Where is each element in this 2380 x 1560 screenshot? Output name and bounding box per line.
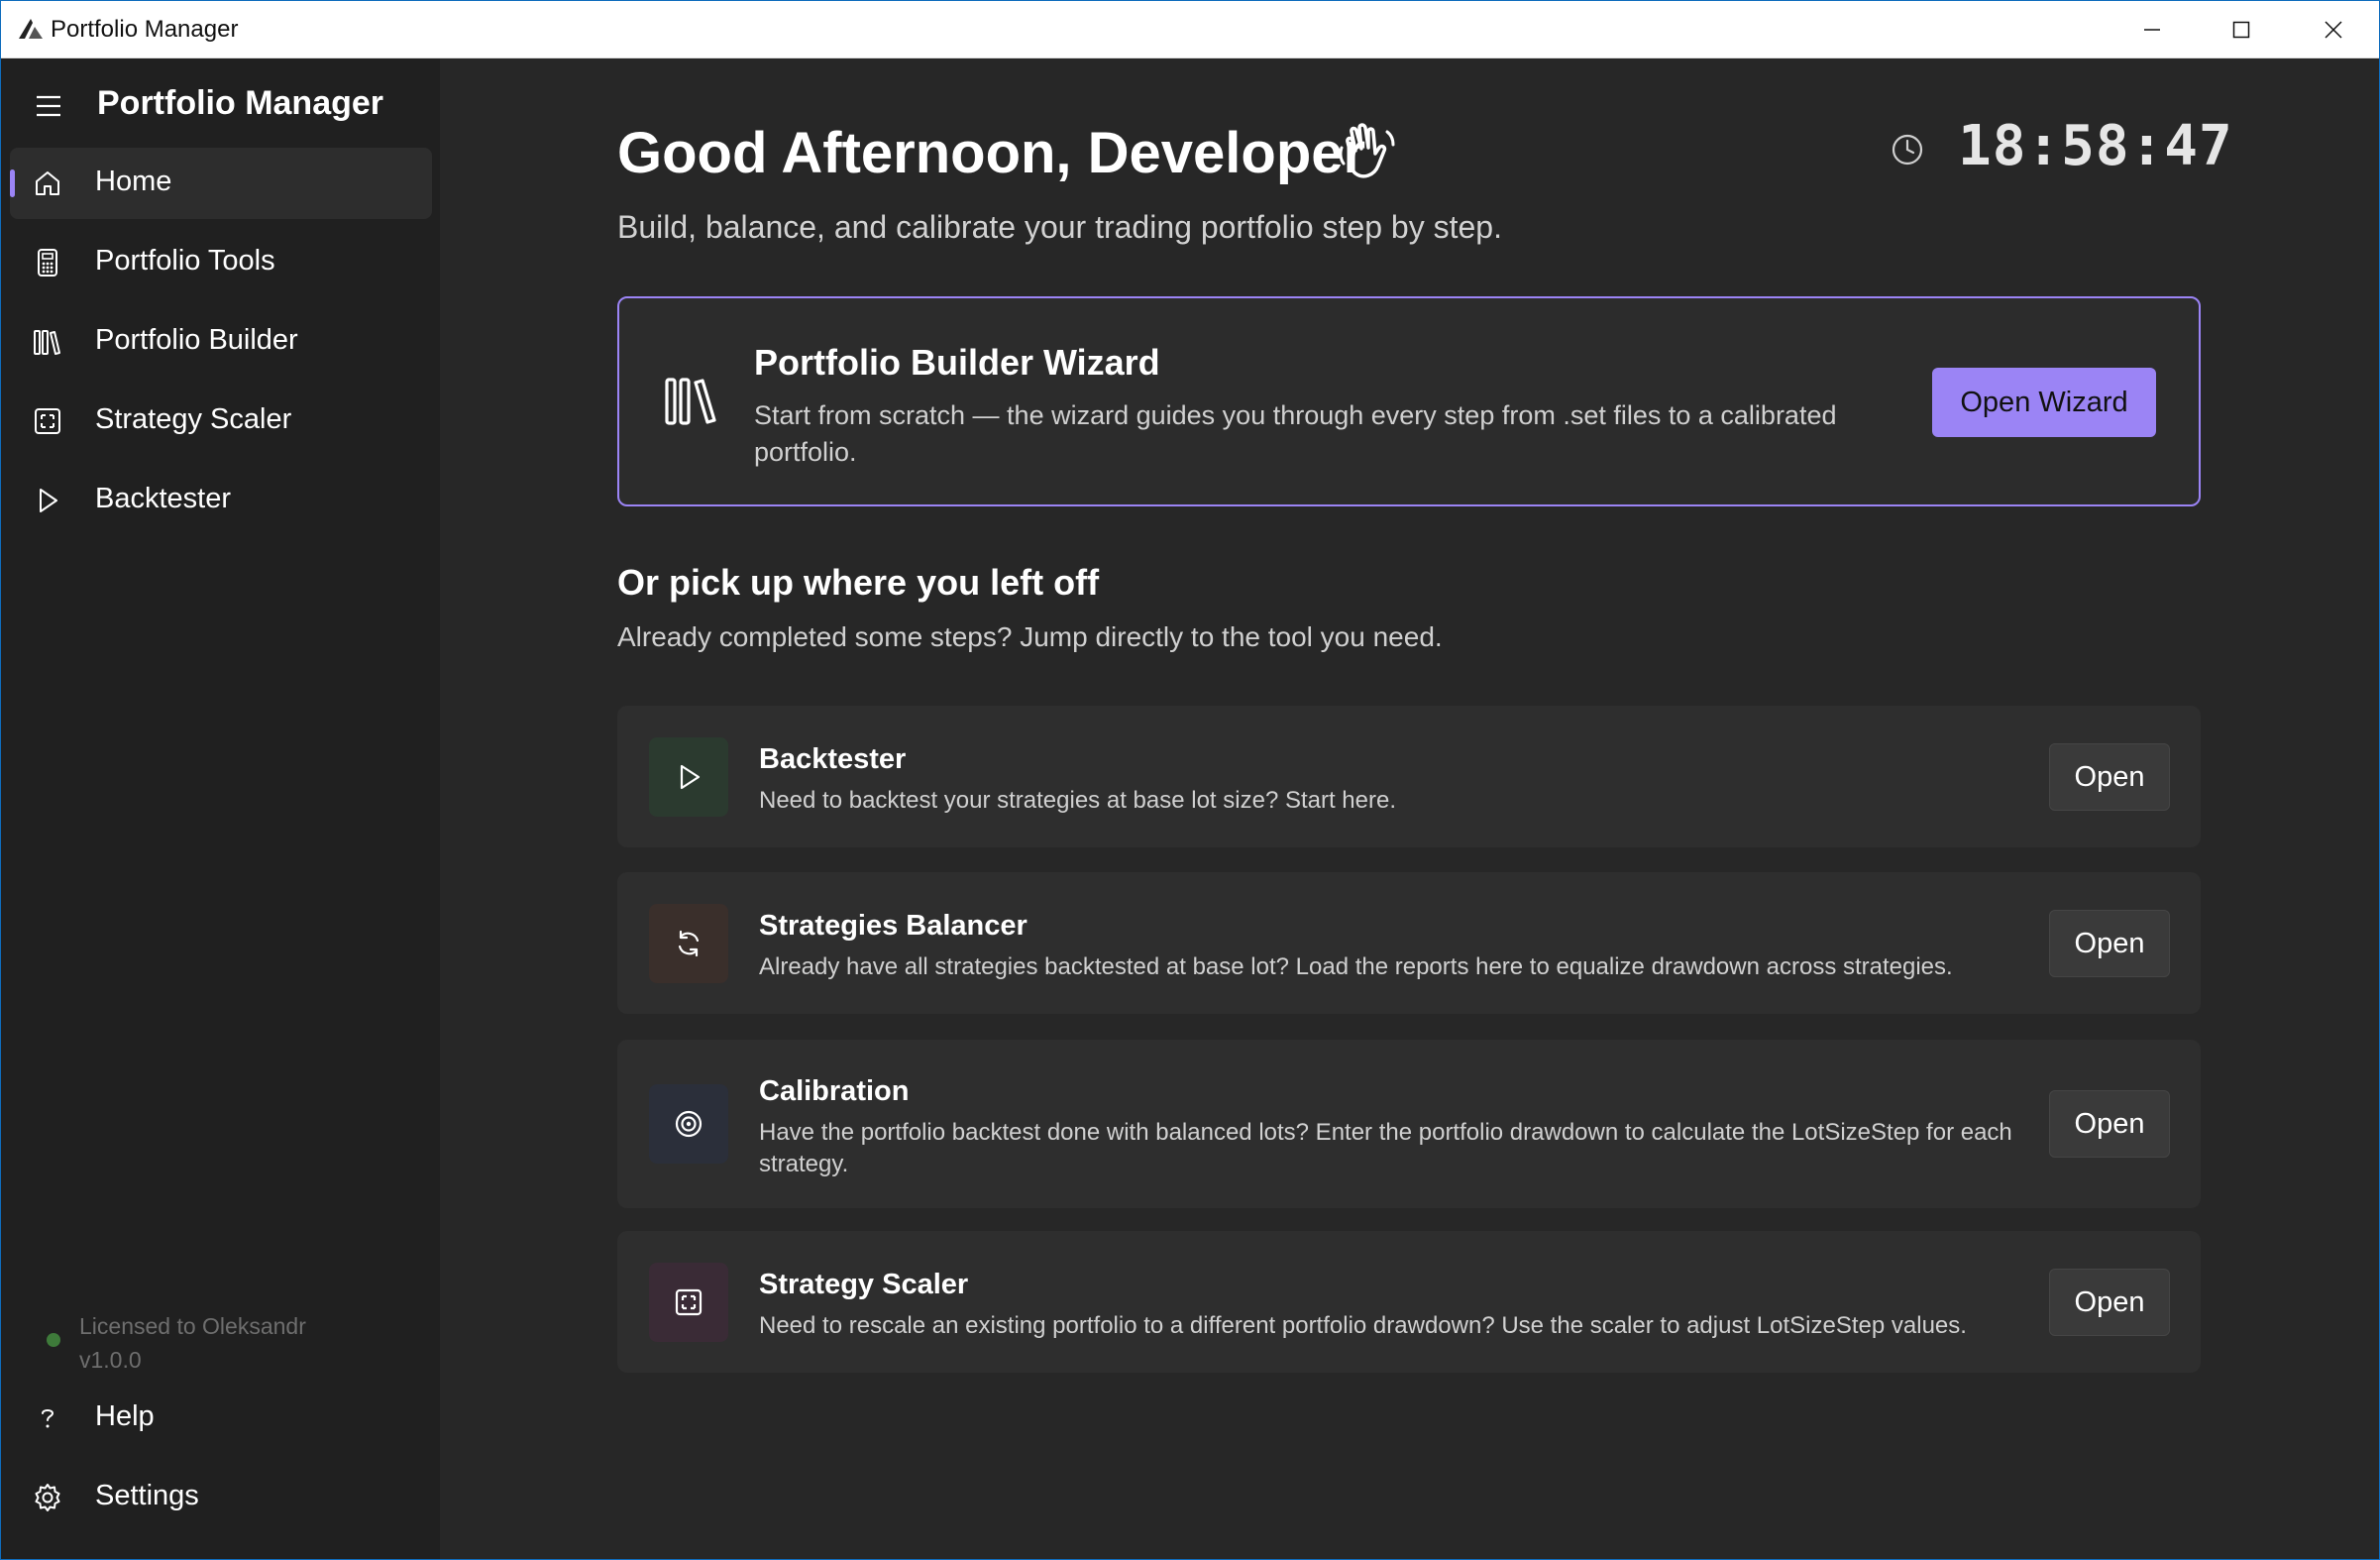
sidebar-item-settings[interactable]: Settings xyxy=(10,1462,432,1533)
sidebar-item-label: Help xyxy=(95,1400,155,1432)
maximize-icon xyxy=(2232,21,2250,38)
open-calibration-button[interactable]: Open xyxy=(2049,1090,2170,1158)
gear-icon xyxy=(35,1484,60,1511)
resume-section-subtitle: Already completed some steps? Jump direc… xyxy=(617,621,1443,652)
tool-description: Already have all strategies backtested a… xyxy=(759,953,1953,980)
sidebar-item-help[interactable]: Help xyxy=(10,1383,432,1454)
clock-icon xyxy=(1892,134,1923,166)
tool-description: Have the portfolio backtest done with ba… xyxy=(759,1119,2012,1177)
page-subtitle: Build, balance, and calibrate your tradi… xyxy=(617,209,1502,245)
sidebar-item-backtester[interactable]: Backtester xyxy=(10,465,432,536)
clock-time: 18:58:47 xyxy=(1958,114,2233,178)
question-icon xyxy=(42,1409,54,1428)
sidebar-item-label: Home xyxy=(95,166,172,197)
sidebar-item-portfolio-builder[interactable]: Portfolio Builder xyxy=(10,306,432,378)
tool-card-strategy-scaler: Strategy Scaler Need to rescale an exist… xyxy=(617,1231,2201,1373)
sidebar-item-home[interactable]: Home xyxy=(10,148,432,219)
play-icon xyxy=(40,489,57,512)
main-content: Good Afternoon, Developer 18:58:47 Build… xyxy=(440,58,2379,1559)
tool-icon-container xyxy=(649,904,728,983)
tool-card-strategies-balancer: Strategies Balancer Already have all str… xyxy=(617,872,2201,1014)
app-logo-icon xyxy=(19,19,43,39)
sidebar-item-label: Settings xyxy=(95,1480,199,1511)
close-icon xyxy=(2325,20,2342,39)
resume-section-title: Or pick up where you left off xyxy=(617,562,1100,603)
close-button[interactable] xyxy=(2288,1,2379,57)
tool-icon-container xyxy=(649,1084,728,1164)
greeting-heading: Good Afternoon, Developer xyxy=(617,121,1366,185)
sidebar-item-label: Portfolio Builder xyxy=(95,324,298,356)
tool-title: Strategy Scaler xyxy=(759,1269,969,1300)
open-strategy-scaler-button[interactable]: Open xyxy=(2049,1269,2170,1336)
scale-grid-icon xyxy=(675,1288,703,1316)
minimize-icon xyxy=(2144,28,2160,31)
tool-icon-container xyxy=(649,737,728,817)
wizard-title: Portfolio Builder Wizard xyxy=(754,342,1160,383)
home-icon xyxy=(36,171,59,195)
sidebar-app-title: Portfolio Manager xyxy=(97,84,384,122)
tool-title: Calibration xyxy=(759,1075,910,1107)
tool-title: Strategies Balancer xyxy=(759,910,1028,942)
calculator-icon xyxy=(38,249,57,277)
minimize-button[interactable] xyxy=(2107,1,2198,57)
tool-title: Backtester xyxy=(759,743,907,775)
maximize-button[interactable] xyxy=(2196,1,2287,57)
hamburger-menu-icon[interactable] xyxy=(31,88,66,124)
tool-description: Need to rescale an existing portfolio to… xyxy=(759,1312,1967,1339)
target-icon xyxy=(675,1110,703,1138)
sidebar-item-label: Portfolio Tools xyxy=(95,245,275,277)
sidebar: Portfolio Manager Home Portfolio Tools P… xyxy=(1,58,440,1559)
open-backtester-button[interactable]: Open xyxy=(2049,743,2170,811)
scale-grid-icon xyxy=(35,408,60,434)
version-text: v1.0.0 xyxy=(79,1347,142,1373)
license-text: Licensed to Oleksandr xyxy=(79,1313,306,1339)
selection-indicator xyxy=(10,169,15,197)
tool-icon-container xyxy=(649,1263,728,1342)
title-bar: Portfolio Manager xyxy=(1,1,2379,58)
wizard-card: Portfolio Builder Wizard Start from scra… xyxy=(617,296,2201,506)
sidebar-item-strategy-scaler[interactable]: Strategy Scaler xyxy=(10,386,432,457)
window-title: Portfolio Manager xyxy=(51,16,239,43)
open-strategies-balancer-button[interactable]: Open xyxy=(2049,910,2170,977)
play-icon xyxy=(680,764,701,790)
library-icon xyxy=(665,378,716,425)
sidebar-item-portfolio-tools[interactable]: Portfolio Tools xyxy=(10,227,432,298)
waving-hand-icon xyxy=(1339,123,1395,178)
app-window: Portfolio Manager Portfolio Manager Home xyxy=(0,0,2380,1560)
sidebar-item-label: Backtester xyxy=(95,483,231,514)
tool-card-calibration: Calibration Have the portfolio backtest … xyxy=(617,1040,2201,1208)
wizard-description: Start from scratch — the wizard guides y… xyxy=(754,400,1837,467)
open-wizard-button[interactable]: Open Wizard xyxy=(1932,368,2156,437)
refresh-icon xyxy=(678,930,700,957)
sidebar-item-label: Strategy Scaler xyxy=(95,403,292,435)
tool-card-backtester: Backtester Need to backtest your strateg… xyxy=(617,706,2201,847)
library-icon xyxy=(34,330,60,355)
tool-description: Need to backtest your strategies at base… xyxy=(759,787,1397,814)
